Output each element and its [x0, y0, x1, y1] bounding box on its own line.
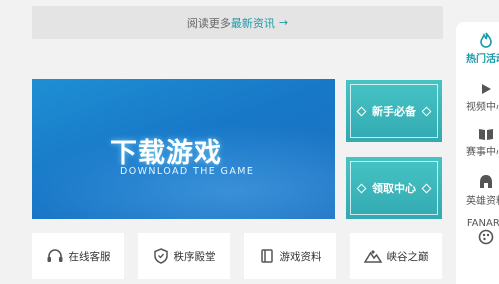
- nav-hot-events[interactable]: 热门活动: [456, 32, 499, 65]
- claim-center-button[interactable]: 领取中心: [346, 157, 442, 219]
- tile-canyon-peak[interactable]: 峡谷之巅: [350, 233, 442, 279]
- read-more-news-link[interactable]: 阅读更多 最新资讯 →: [32, 6, 443, 39]
- mountain-icon: [363, 250, 382, 263]
- helmet-icon: [480, 175, 492, 188]
- nav-label: FANART: [466, 218, 499, 229]
- book-icon: [479, 129, 493, 140]
- nav-label: 英雄资料: [466, 196, 499, 207]
- read-more-prefix: 阅读更多: [186, 16, 231, 30]
- tile-order-hall[interactable]: 秩序殿堂: [138, 233, 230, 279]
- flame-icon: [480, 32, 492, 48]
- right-side-nav: 热门活动 视频中心 赛事中心 英雄资料 FANART: [456, 22, 499, 284]
- tile-label: 峡谷之巅: [386, 250, 429, 263]
- tile-online-support[interactable]: 在线客服: [32, 233, 124, 279]
- tile-label: 秩序殿堂: [173, 250, 216, 263]
- tile-game-info[interactable]: 游戏资料: [244, 233, 336, 279]
- newbie-essentials-button[interactable]: 新手必备: [346, 80, 442, 142]
- book-icon: [260, 249, 273, 263]
- download-game-banner[interactable]: 下载游戏 DOWNLOAD THE GAME: [32, 79, 335, 219]
- nav-event-center[interactable]: 赛事中心: [456, 127, 499, 158]
- download-title: 下载游戏: [110, 138, 222, 169]
- nav-fanart[interactable]: FANART: [456, 218, 499, 247]
- nav-hero-info[interactable]: 英雄资料: [456, 174, 499, 207]
- nav-label: 热门活动: [466, 54, 499, 65]
- arrow-right-icon: →: [278, 16, 289, 29]
- palette-icon: [478, 229, 494, 245]
- claim-center-label: 领取中心: [372, 182, 416, 195]
- nav-label: 视频中心: [466, 102, 499, 113]
- nav-video-center[interactable]: 视频中心: [456, 82, 499, 113]
- newbie-essentials-label: 新手必备: [372, 105, 416, 118]
- nav-label: 赛事中心: [466, 147, 499, 158]
- play-icon: [482, 84, 491, 94]
- latest-news-label: 最新资讯: [230, 16, 275, 30]
- shield-icon: [153, 248, 168, 264]
- headset-icon: [47, 249, 62, 262]
- tile-label: 游戏资料: [279, 250, 322, 263]
- download-subtitle: DOWNLOAD THE GAME: [120, 166, 255, 177]
- tile-label: 在线客服: [68, 250, 111, 263]
